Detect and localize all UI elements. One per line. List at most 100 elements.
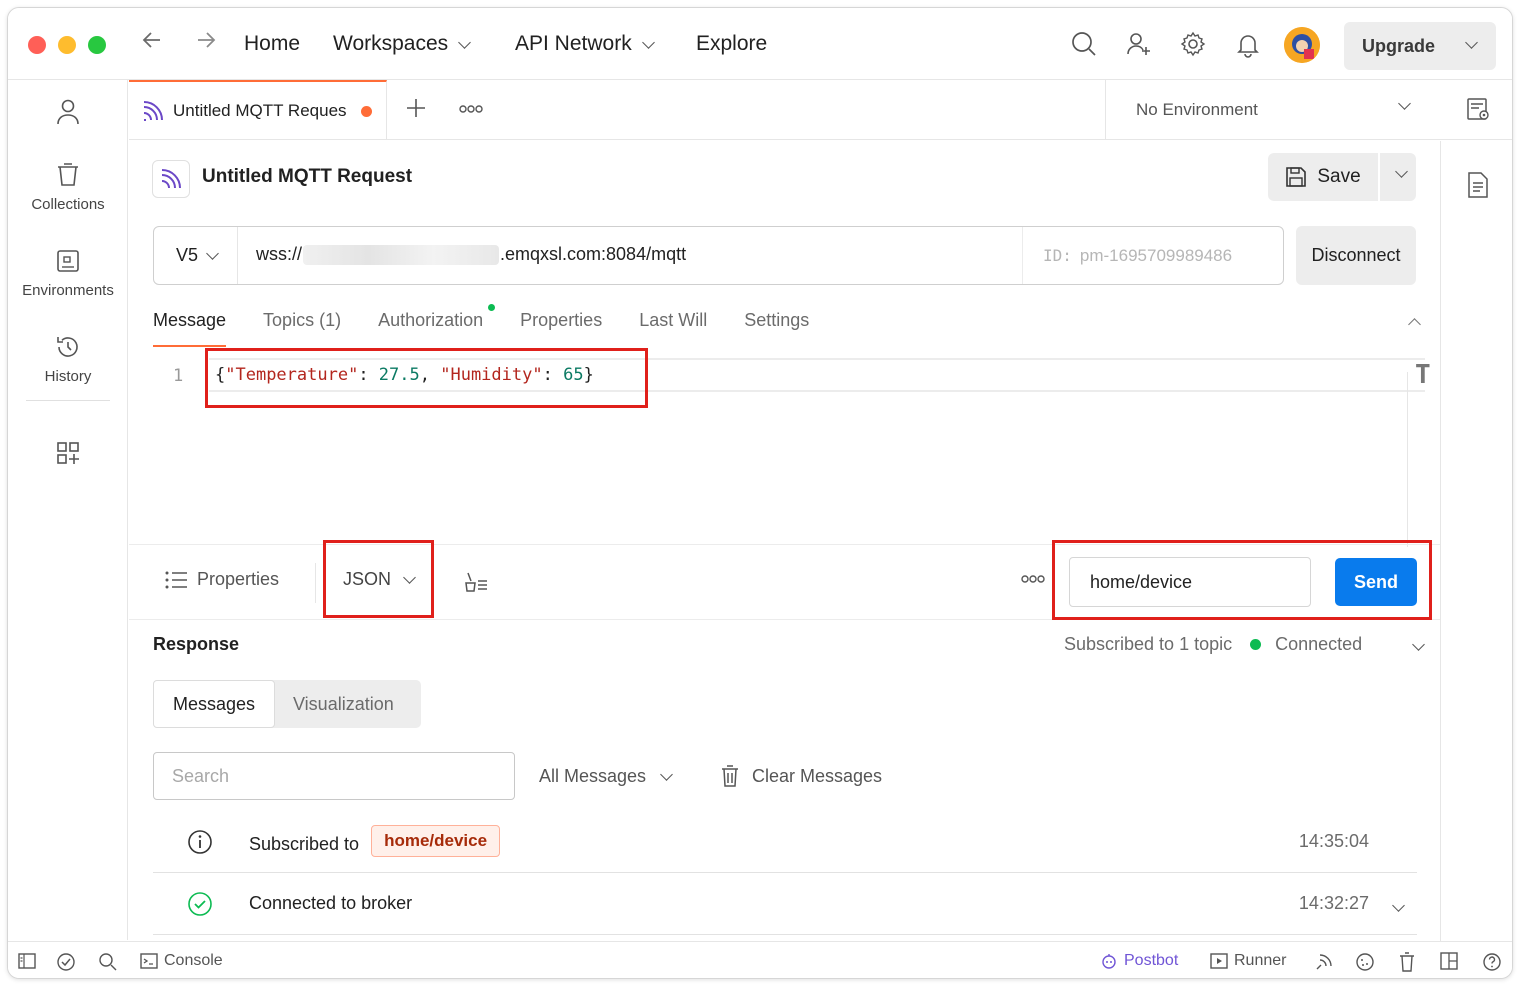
forward-arrow-icon[interactable] <box>194 28 218 59</box>
minimize-window-button[interactable] <box>58 36 76 54</box>
format-select[interactable]: JSON <box>343 569 416 590</box>
tab-label: Untitled MQTT Reques <box>173 101 347 120</box>
format-select-label: JSON <box>343 569 392 589</box>
chevron-down-icon <box>660 768 673 781</box>
title-bar: Home Workspaces API Network Explore Upgr… <box>8 8 1512 80</box>
notification-bell-icon[interactable] <box>1234 30 1264 60</box>
environment-quick-look-icon[interactable] <box>1465 96 1491 127</box>
tab-untitled-mqtt-request[interactable]: Untitled MQTT Reques <box>129 80 387 140</box>
expand-chevron-down-icon[interactable] <box>1390 897 1405 915</box>
toggle-sidebar-icon[interactable] <box>18 952 36 970</box>
upgrade-label: Upgrade <box>1362 35 1436 56</box>
runner-label: Runner <box>1234 952 1287 969</box>
left-sidebar: Collections Environments History <box>8 80 128 940</box>
json-brace: } <box>583 365 594 385</box>
capture-requests-icon[interactable] <box>1314 952 1334 972</box>
status-check-icon[interactable] <box>56 952 76 972</box>
clear-messages-button[interactable]: Clear Messages <box>720 764 882 788</box>
disconnect-button[interactable]: Disconnect <box>1296 226 1416 285</box>
save-options-dropdown[interactable] <box>1380 153 1416 201</box>
mqtt-version-select[interactable]: V5 <box>154 227 238 284</box>
segment-visualization[interactable]: Visualization <box>293 680 394 728</box>
environment-icon <box>57 250 79 272</box>
console-icon <box>140 953 158 969</box>
segment-messages[interactable]: Messages <box>153 680 275 728</box>
upgrade-button[interactable]: Upgrade <box>1344 22 1496 70</box>
console-button[interactable]: Console <box>140 952 223 970</box>
tab-message-label: Message <box>153 310 227 330</box>
trash-icon[interactable] <box>1398 952 1416 972</box>
sidebar-item-add[interactable] <box>8 440 128 474</box>
save-button[interactable]: Save <box>1268 153 1378 201</box>
search-icon[interactable] <box>1070 30 1100 60</box>
settings-gear-icon[interactable] <box>1179 30 1209 60</box>
more-options-icon <box>1021 575 1045 583</box>
message-timestamp: 14:32:27 <box>1298 893 1369 913</box>
broker-url-input[interactable]: wss:// .emqxsl.com:8084/mqtt <box>256 244 686 265</box>
json-key: "Temperature" <box>225 365 359 385</box>
nav-explore[interactable]: Explore <box>696 32 767 56</box>
help-icon[interactable] <box>1482 952 1502 972</box>
sidebar-item-collections[interactable]: Collections <box>8 162 128 213</box>
request-type-icon <box>152 160 190 198</box>
message-search-input[interactable] <box>153 752 515 800</box>
response-view-toggle: Messages Visualization <box>153 680 421 728</box>
send-button[interactable]: Send <box>1335 558 1417 606</box>
console-label: Console <box>164 952 223 969</box>
documentation-icon[interactable] <box>1465 171 1491 204</box>
avatar[interactable] <box>1284 27 1320 63</box>
new-tab-button[interactable] <box>405 94 427 126</box>
tab-options-button[interactable] <box>459 101 483 119</box>
postbot-label: Postbot <box>1124 952 1179 969</box>
response-chevron-down-icon[interactable] <box>1410 636 1425 654</box>
editor-scrollbar-handle[interactable]: T <box>1415 360 1431 390</box>
message-properties-button[interactable]: Properties <box>165 569 279 590</box>
sidebar-divider <box>26 400 110 401</box>
editor-scrollbar-track[interactable] <box>1407 372 1408 547</box>
list-item[interactable]: Connected to broker 14:32:27 <box>153 873 1417 935</box>
back-arrow-icon[interactable] <box>140 28 164 59</box>
chevron-down-icon <box>641 35 655 49</box>
message-editor[interactable]: 1 {"Temperature": 27.5, "Humidity": 65} … <box>153 352 1431 547</box>
environment-select[interactable]: No Environment <box>1105 80 1441 140</box>
sidebar-item-user[interactable] <box>8 98 128 134</box>
beautify-icon[interactable] <box>463 569 489 598</box>
tab-properties-label: Properties <box>520 310 603 330</box>
history-icon <box>57 337 78 357</box>
list-item[interactable]: Subscribed to home/device 14:35:04 <box>153 811 1417 873</box>
find-icon[interactable] <box>98 952 118 972</box>
tab-settings-label: Settings <box>744 310 810 330</box>
nav-workspaces[interactable]: Workspaces <box>333 32 472 56</box>
editor-toolbar: Properties JSON Send <box>129 544 1440 620</box>
client-id-field[interactable]: ID: pm-1695709989486 <box>1022 227 1284 284</box>
invite-user-icon[interactable] <box>1125 30 1155 60</box>
nav-home[interactable]: Home <box>244 32 300 56</box>
postbot-button[interactable]: Postbot <box>1100 952 1178 970</box>
tab-properties[interactable]: Properties <box>520 310 602 346</box>
tab-message[interactable]: Message <box>153 310 227 347</box>
trash-bin-icon <box>58 163 78 186</box>
two-pane-view-icon[interactable] <box>1440 952 1458 970</box>
cookies-icon[interactable] <box>1355 952 1375 972</box>
request-subtabs: Message Topics (1) Authorization Propert… <box>153 304 846 348</box>
collapse-chevron-up-icon[interactable] <box>1408 318 1421 331</box>
chevron-down-icon <box>403 571 416 584</box>
maximize-window-button[interactable] <box>88 36 106 54</box>
tab-topics[interactable]: Topics (1) <box>263 310 341 346</box>
editor-more-options-button[interactable] <box>1021 571 1045 588</box>
tab-authorization[interactable]: Authorization <box>378 304 496 346</box>
publish-topic-input[interactable] <box>1069 557 1311 607</box>
tab-settings[interactable]: Settings <box>744 310 809 346</box>
client-id-key: ID: <box>1043 246 1072 265</box>
sidebar-item-history[interactable]: History <box>8 334 128 385</box>
runner-button[interactable]: Runner <box>1210 952 1286 970</box>
request-title[interactable]: Untitled MQTT Request <box>202 166 412 188</box>
url-prefix: wss:// <box>256 244 303 264</box>
message-filter-select[interactable]: All Messages <box>539 766 673 787</box>
close-window-button[interactable] <box>28 36 46 54</box>
tab-last-will[interactable]: Last Will <box>639 310 707 346</box>
json-key: "Humidity" <box>440 365 543 385</box>
sidebar-item-environments[interactable]: Environments <box>8 248 128 299</box>
subscription-status: Subscribed to 1 topic <box>1064 634 1233 654</box>
nav-api-network[interactable]: API Network <box>515 32 655 56</box>
